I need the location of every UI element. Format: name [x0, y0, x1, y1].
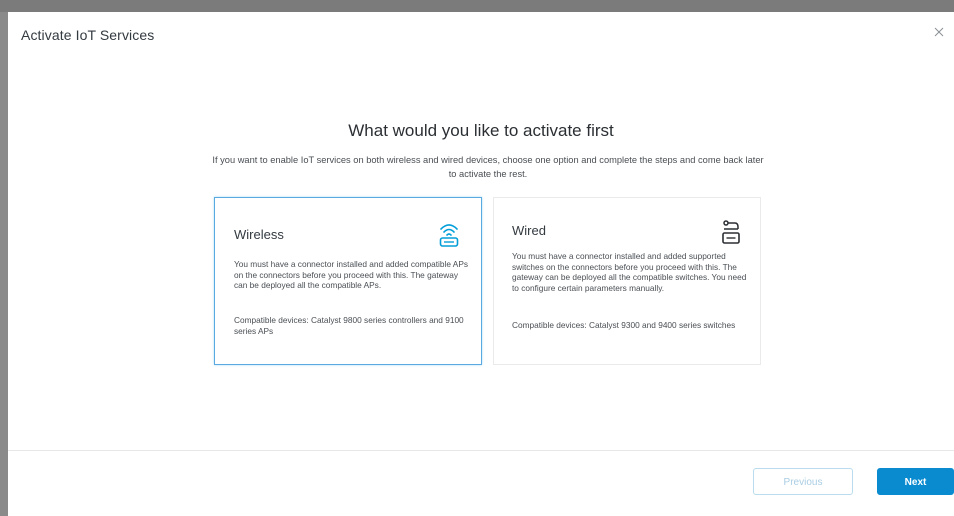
activate-iot-modal: Activate IoT Services What would you lik… — [8, 12, 954, 516]
card-title: Wireless — [234, 227, 284, 242]
modal-title: Activate IoT Services — [21, 27, 155, 43]
card-description: You must have a connector installed and … — [512, 251, 747, 293]
next-button[interactable]: Next — [877, 468, 954, 495]
option-card-wired[interactable]: Wired You must have a connector installe… — [493, 197, 761, 365]
background-strip — [0, 0, 954, 12]
page-subheading: If you want to enable IoT services on bo… — [212, 155, 764, 179]
card-title: Wired — [512, 223, 546, 238]
option-card-wireless[interactable]: Wireless You must have a connector insta… — [214, 197, 482, 365]
card-compatible-devices: Compatible devices: Catalyst 9800 series… — [234, 315, 464, 336]
close-icon[interactable] — [932, 25, 946, 39]
card-compatible-devices: Compatible devices: Catalyst 9300 and 94… — [512, 320, 736, 330]
page-heading: What would you like to activate first — [348, 121, 614, 140]
card-description: You must have a connector installed and … — [234, 259, 469, 291]
previous-button[interactable]: Previous — [753, 468, 853, 495]
modal-header: Activate IoT Services — [8, 12, 954, 56]
wired-switch-icon — [722, 220, 740, 244]
wireless-router-icon — [439, 224, 459, 247]
footer-divider — [8, 450, 954, 451]
